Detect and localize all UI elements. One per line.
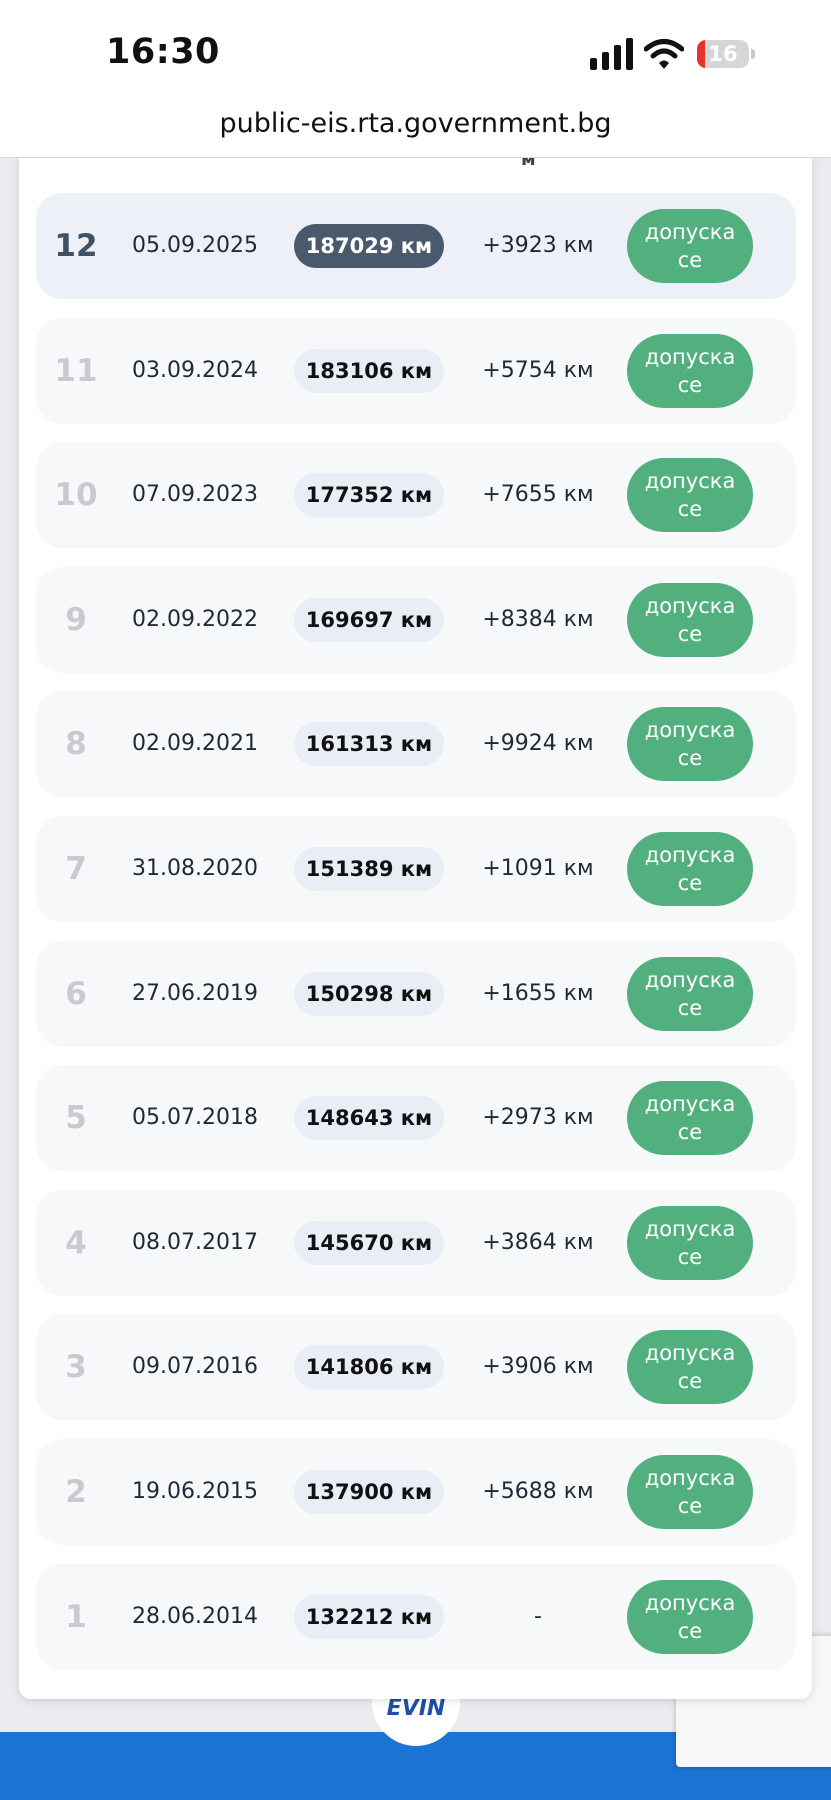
- inspection-date: 09.07.2016: [132, 1354, 258, 1380]
- cellular-signal-icon: [590, 38, 633, 70]
- status-badge: допуска се: [627, 707, 753, 782]
- battery-icon: 16: [697, 40, 749, 68]
- battery-tip: [751, 49, 755, 59]
- mileage-delta: +7655 км: [482, 482, 594, 508]
- row-index: 4: [65, 1224, 87, 1261]
- mileage-badge: 177352 км: [294, 473, 444, 518]
- row-index: 9: [65, 601, 87, 638]
- inspection-row: 11 03.09.2024 183106 км +5754 км допуска…: [36, 317, 796, 424]
- inspection-date: 07.09.2023: [132, 482, 258, 508]
- row-index: 10: [54, 477, 98, 514]
- status-time: 16:30: [106, 32, 220, 72]
- mileage-badge: 145670 км: [294, 1220, 444, 1265]
- inspection-date: 02.09.2021: [132, 731, 258, 757]
- mileage-badge: 148643 км: [294, 1096, 444, 1141]
- status-badge: допуска се: [627, 582, 753, 657]
- mileage-delta: +1655 км: [482, 980, 594, 1006]
- mileage-delta: +8384 км: [482, 606, 594, 632]
- status-badge: допуска се: [627, 1455, 753, 1529]
- row-index: 8: [65, 726, 87, 763]
- url-text[interactable]: public-eis.rta.government.bg: [0, 108, 831, 139]
- inspection-date: 27.06.2019: [132, 980, 258, 1006]
- inspection-row: 12 05.09.2025 187029 км +3923 км допуска…: [36, 193, 796, 299]
- mileage-delta: +3864 км: [482, 1229, 594, 1255]
- row-index: 6: [65, 975, 87, 1012]
- inspection-row: 4 08.07.2017 145670 км +3864 км допуска …: [36, 1189, 796, 1296]
- mileage-badge: 151389 км: [294, 847, 444, 891]
- row-index: 12: [54, 228, 98, 264]
- mileage-badge: 137900 км: [294, 1470, 444, 1514]
- status-bar: 16:30 16: [0, 0, 831, 100]
- status-badge: допуска се: [627, 1205, 753, 1280]
- inspection-row: 3 09.07.2016 141806 км +3906 км допуска …: [36, 1314, 796, 1421]
- status-badge: допуска се: [627, 1579, 753, 1654]
- status-badge: допуска се: [627, 956, 753, 1031]
- mileage-badge: 187029 км: [294, 224, 444, 268]
- mileage-delta: +3923 км: [482, 233, 594, 258]
- row-index: 7: [65, 851, 87, 887]
- inspection-row: 5 05.07.2018 148643 км +2973 км допуска …: [36, 1065, 796, 1172]
- mileage-badge: 150298 км: [294, 971, 444, 1016]
- row-index: 2: [65, 1474, 87, 1510]
- mileage-badge: 169697 км: [294, 597, 444, 642]
- status-badge: допуска се: [627, 209, 753, 283]
- inspection-date: 02.09.2022: [132, 606, 258, 632]
- inspection-row: 7 31.08.2020 151389 км +1091 км допуска …: [36, 816, 796, 922]
- inspection-date: 28.06.2014: [132, 1603, 258, 1629]
- row-index: 3: [65, 1349, 87, 1386]
- inspection-row: 8 02.09.2021 161313 км +9924 км допуска …: [36, 691, 796, 798]
- mileage-badge: 161313 км: [294, 722, 444, 767]
- inspection-row: 1 28.06.2014 132212 км - допуска се: [36, 1563, 796, 1670]
- status-badge: допуска се: [627, 458, 753, 533]
- mileage-delta: -: [534, 1603, 542, 1629]
- inspection-row: 2 19.06.2015 137900 км +5688 км допуска …: [36, 1439, 796, 1545]
- inspection-date: 05.09.2025: [132, 233, 258, 258]
- inspection-history-card: м 12 05.09.2025 187029 км +3923 км допус…: [19, 157, 812, 1699]
- battery-level: 16: [708, 42, 738, 66]
- inspection-date: 19.06.2015: [132, 1479, 258, 1504]
- status-badge: допуска се: [627, 333, 753, 408]
- mileage-delta: +3906 км: [482, 1354, 594, 1380]
- mileage-delta: +1091 км: [482, 856, 594, 881]
- wifi-icon: [644, 39, 684, 69]
- mileage-badge: 183106 км: [294, 348, 444, 393]
- status-badge: допуска се: [627, 1081, 753, 1156]
- row-index: 11: [54, 352, 98, 389]
- inspection-row: 6 27.06.2019 150298 км +1655 км допуска …: [36, 940, 796, 1047]
- inspection-date: 08.07.2017: [132, 1229, 258, 1255]
- inspection-date: 31.08.2020: [132, 856, 258, 881]
- mileage-badge: 132212 км: [294, 1594, 444, 1639]
- mileage-badge: 141806 км: [294, 1345, 444, 1390]
- mileage-delta: +5754 км: [482, 357, 594, 383]
- row-index: 5: [65, 1100, 87, 1137]
- inspection-date: 05.07.2018: [132, 1105, 258, 1131]
- inspection-date: 03.09.2024: [132, 357, 258, 383]
- mileage-delta: +5688 км: [482, 1479, 594, 1504]
- mileage-delta: +2973 км: [482, 1105, 594, 1131]
- browser-url-bar[interactable]: public-eis.rta.government.bg: [0, 100, 831, 158]
- inspection-row: 9 02.09.2022 169697 км +8384 км допуска …: [36, 566, 796, 673]
- evin-logo: EVIN: [386, 1696, 446, 1721]
- mileage-delta: +9924 км: [482, 731, 594, 757]
- status-badge: допуска се: [627, 832, 753, 906]
- row-index: 1: [65, 1598, 87, 1635]
- status-badge: допуска се: [627, 1330, 753, 1405]
- inspection-row: 10 07.09.2023 177352 км +7655 км допуска…: [36, 442, 796, 549]
- column-header-fragment: м: [521, 157, 536, 170]
